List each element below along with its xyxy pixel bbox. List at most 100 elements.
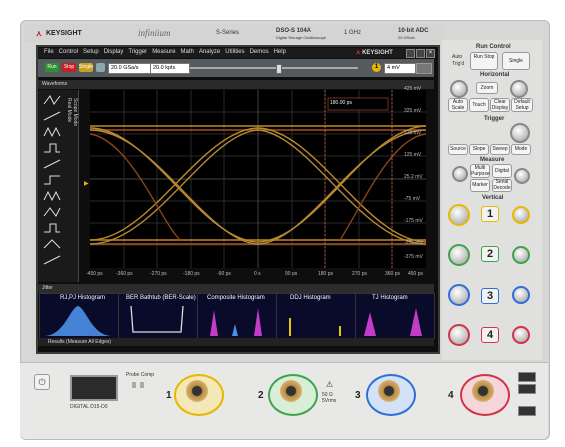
ch3-bnc-connector[interactable] bbox=[378, 380, 400, 402]
waveforms-strip bbox=[38, 80, 434, 89]
single-hw-button[interactable]: Single bbox=[502, 52, 530, 70]
sweep-button[interactable]: Sweep bbox=[490, 144, 510, 155]
model-sub-label: Digital Storage Oscilloscope bbox=[276, 35, 327, 40]
y-tick-label: -375 mV bbox=[404, 254, 423, 260]
ch1-offset-knob[interactable] bbox=[512, 206, 530, 224]
ch1-input-label: 1 bbox=[166, 390, 172, 401]
menu-control[interactable]: Control bbox=[59, 49, 78, 55]
waveforms-strip-label: Waveforms bbox=[42, 81, 68, 87]
ch4-offset-knob[interactable] bbox=[512, 326, 530, 344]
ber-bathtub-plot bbox=[130, 305, 184, 333]
ch4-bnc-connector[interactable] bbox=[472, 380, 494, 402]
ch3-input-label: 3 bbox=[355, 390, 361, 401]
maximize-button[interactable] bbox=[416, 49, 425, 58]
auto-scale-button[interactable]: Auto Scale bbox=[448, 98, 468, 112]
ch3-offset-knob[interactable] bbox=[512, 286, 530, 304]
trigger-level-knob[interactable] bbox=[510, 123, 530, 143]
noise-shape-icon bbox=[43, 190, 61, 202]
menu-demos[interactable]: Demos bbox=[250, 49, 269, 55]
menu-display[interactable]: Display bbox=[104, 49, 124, 55]
digital-button[interactable]: Digital bbox=[492, 164, 512, 178]
multipurpose-knob[interactable] bbox=[452, 166, 468, 182]
mode-button[interactable]: Mode bbox=[511, 144, 531, 155]
menu-setup[interactable]: Setup bbox=[83, 49, 99, 55]
toolbar-menu-icon[interactable] bbox=[416, 63, 432, 74]
ch3-button[interactable]: 3 bbox=[481, 288, 499, 304]
y-tick-label: 325 mV bbox=[404, 108, 422, 114]
slope-button[interactable]: Slope bbox=[469, 144, 489, 155]
ramp-shape-icon bbox=[43, 111, 61, 121]
ch1-scale-knob[interactable] bbox=[448, 204, 470, 226]
scope-mode-label[interactable]: Scope Mode bbox=[72, 98, 78, 126]
probe-comp-terminal[interactable] bbox=[132, 382, 136, 388]
brand-label: KEYSIGHT bbox=[46, 30, 82, 37]
sine-shape-icon bbox=[43, 95, 61, 105]
touch-button[interactable]: Touch bbox=[469, 98, 489, 112]
zoom-button[interactable]: Zoom bbox=[476, 82, 498, 94]
usb-port[interactable] bbox=[518, 384, 536, 394]
digital-port[interactable] bbox=[70, 375, 118, 401]
ch4-scale-knob[interactable] bbox=[448, 324, 470, 346]
power-icon[interactable]: ⏻ bbox=[34, 374, 50, 390]
timebase-slider-handle[interactable] bbox=[276, 64, 282, 74]
ch2-offset-knob[interactable] bbox=[512, 246, 530, 264]
menu-math[interactable]: Math bbox=[181, 49, 194, 55]
menu-file[interactable]: File bbox=[44, 49, 54, 55]
horizontal-position-knob[interactable] bbox=[450, 80, 468, 98]
menu-analyze[interactable]: Analyze bbox=[199, 49, 220, 55]
usb-port[interactable] bbox=[518, 406, 536, 416]
x-tick-label: 450 ps bbox=[408, 271, 424, 277]
run-button[interactable]: Run bbox=[45, 63, 59, 72]
menu-trigger[interactable]: Trigger bbox=[128, 49, 147, 55]
timebase-slider[interactable] bbox=[190, 67, 358, 69]
menu-measure[interactable]: Measure bbox=[152, 49, 175, 55]
rjpj-histogram-plot bbox=[44, 306, 112, 336]
eye-diagram bbox=[90, 90, 426, 268]
digital-port-label: DIGITAL D15-D0 bbox=[70, 404, 108, 410]
autoscale-icon[interactable] bbox=[96, 63, 105, 72]
x-tick-label: 180 ps bbox=[318, 271, 334, 277]
edge-shape-icon bbox=[43, 255, 61, 265]
tj-histogram-title: TJ Histogram bbox=[372, 295, 408, 301]
source-button[interactable]: Source bbox=[448, 144, 468, 155]
marker-button[interactable]: Marker bbox=[470, 179, 490, 192]
ch2-bnc-connector[interactable] bbox=[280, 380, 302, 402]
single-button[interactable]: Single bbox=[79, 63, 93, 72]
marker-knob[interactable] bbox=[514, 168, 530, 184]
y-tick-label: 425 mV bbox=[404, 86, 422, 92]
serial-decode-button[interactable]: Serial Decode bbox=[492, 179, 512, 192]
vertical-title: Vertical bbox=[482, 195, 504, 201]
model-family-label: infiniium bbox=[138, 28, 171, 38]
clear-display-button[interactable]: Clear Display bbox=[490, 98, 510, 112]
menu-utilities[interactable]: Utilities bbox=[225, 49, 244, 55]
multipurpose-button[interactable]: Multi Purpose bbox=[470, 164, 490, 178]
run-stop-button[interactable]: Run Stop bbox=[470, 52, 498, 70]
jitter-bar-label: Jitter bbox=[42, 285, 53, 291]
trigger-level-field[interactable]: 4 mV bbox=[384, 63, 416, 74]
ch3-scale-knob[interactable] bbox=[448, 284, 470, 306]
ch2-button[interactable]: 2 bbox=[481, 246, 499, 262]
usb-port[interactable] bbox=[518, 372, 536, 382]
x-tick-label: -180 ps bbox=[183, 271, 200, 277]
horizontal-scale-knob[interactable] bbox=[510, 80, 528, 98]
y-tick-label: -75 mV bbox=[404, 196, 421, 202]
sample-rate-field[interactable]: 20.0 GSa/s bbox=[108, 63, 152, 74]
ddj-histogram-title: DDJ Histogram bbox=[290, 295, 331, 301]
close-icon[interactable]: × bbox=[426, 49, 435, 58]
minimize-button[interactable] bbox=[406, 49, 415, 58]
ch4-button[interactable]: 4 bbox=[481, 327, 499, 343]
menu-help[interactable]: Help bbox=[274, 49, 286, 55]
trigd-indicator: Trig'd bbox=[452, 61, 465, 67]
input-rating-label: 50 Ω 5Vrms bbox=[322, 392, 337, 404]
auto-indicator: Auto bbox=[452, 54, 463, 60]
memory-depth-field[interactable]: 20.0 kpts bbox=[150, 63, 190, 74]
ch1-bnc-connector[interactable] bbox=[186, 380, 208, 402]
stop-button[interactable]: Stop bbox=[62, 63, 76, 72]
default-setup-button[interactable]: Default Setup bbox=[511, 98, 533, 112]
probe-ground-terminal[interactable] bbox=[140, 382, 144, 388]
trigger-channel-badge[interactable]: 1 bbox=[372, 63, 381, 72]
measure-title: Measure bbox=[480, 157, 505, 163]
x-tick-label: 0 s bbox=[254, 271, 261, 277]
ch2-scale-knob[interactable] bbox=[448, 244, 470, 266]
ch1-button[interactable]: 1 bbox=[481, 206, 499, 222]
